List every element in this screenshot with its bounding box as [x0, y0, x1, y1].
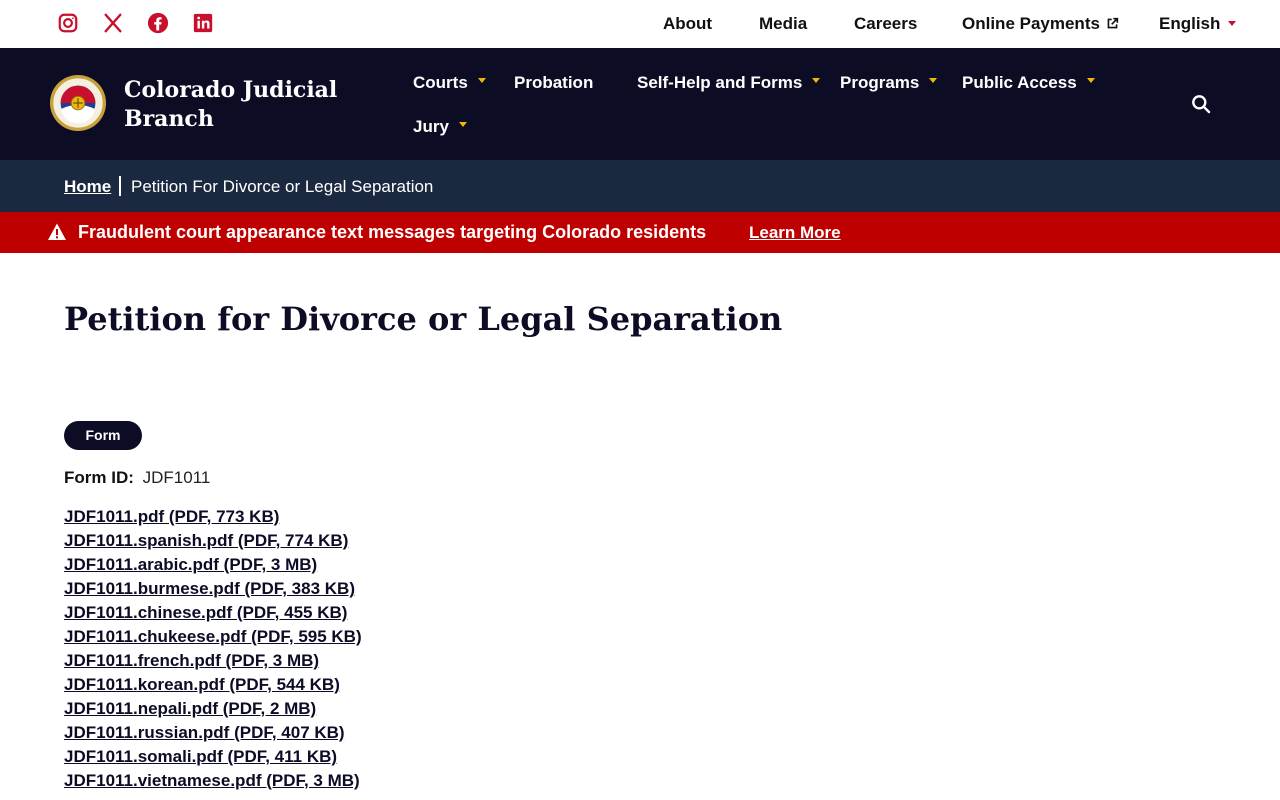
- external-link-icon: [1107, 17, 1119, 29]
- file-download-list: JDF1011.pdf (PDF, 773 KB) JDF1011.spanis…: [64, 507, 362, 795]
- nav-jury-label: Jury: [413, 117, 449, 136]
- about-link[interactable]: About: [663, 14, 712, 34]
- utility-bar: About Media Careers Online Payments Engl…: [0, 0, 1280, 48]
- file-link[interactable]: JDF1011.arabic.pdf (PDF, 3 MB): [64, 555, 362, 579]
- nav-public-access-label: Public Access: [962, 73, 1077, 92]
- breadcrumb-current: Petition For Divorce or Legal Separation: [131, 177, 434, 196]
- language-selector[interactable]: English: [1159, 14, 1237, 34]
- learn-more-link[interactable]: Learn More: [749, 223, 841, 243]
- media-link[interactable]: Media: [759, 14, 807, 34]
- nav-self-help-and-forms[interactable]: Self-Help and Forms: [637, 73, 821, 93]
- chevron-down-icon: [477, 78, 486, 83]
- nav-programs-label: Programs: [840, 73, 920, 92]
- chevron-down-icon: [1228, 21, 1237, 26]
- file-link[interactable]: JDF1011.chinese.pdf (PDF, 455 KB): [64, 603, 362, 627]
- online-payments-link[interactable]: Online Payments: [962, 14, 1119, 34]
- warning-icon: [47, 222, 67, 242]
- search-icon: [1192, 95, 1211, 114]
- alert-banner: Fraudulent court appearance text message…: [0, 212, 1280, 253]
- form-id-label: Form ID:: [64, 468, 134, 487]
- online-payments-label: Online Payments: [962, 14, 1100, 33]
- file-link[interactable]: JDF1011.nepali.pdf (PDF, 2 MB): [64, 699, 362, 723]
- alert-message: Fraudulent court appearance text message…: [78, 222, 707, 242]
- nav-jury[interactable]: Jury: [413, 117, 467, 137]
- file-link[interactable]: JDF1011.chukeese.pdf (PDF, 595 KB): [64, 627, 362, 651]
- colorado-courts-seal-logo[interactable]: [49, 74, 107, 132]
- search-button[interactable]: [1191, 94, 1213, 116]
- form-id-value: JDF1011: [142, 468, 211, 487]
- chevron-down-icon: [929, 78, 938, 83]
- main-content: Petition for Divorce or Legal Separation…: [0, 253, 1280, 800]
- file-link[interactable]: JDF1011.vietnamese.pdf (PDF, 3 MB): [64, 771, 362, 795]
- nav-courts-label: Courts: [413, 73, 468, 92]
- nav-self-help-label: Self-Help and Forms: [637, 73, 803, 92]
- file-link[interactable]: JDF1011.pdf (PDF, 773 KB): [64, 507, 362, 531]
- file-link[interactable]: JDF1011.korean.pdf (PDF, 544 KB): [64, 675, 362, 699]
- chevron-down-icon: [1086, 78, 1095, 83]
- nav-courts[interactable]: Courts: [413, 73, 486, 93]
- breadcrumb: Home Petition For Divorce or Legal Separ…: [0, 160, 1280, 212]
- language-label: English: [1159, 14, 1221, 33]
- file-link[interactable]: JDF1011.french.pdf (PDF, 3 MB): [64, 651, 362, 675]
- main-header: Colorado Judicial Branch Courts Probatio…: [0, 48, 1280, 160]
- utility-nav: About Media Careers Online Payments Engl…: [0, 0, 1280, 48]
- file-link[interactable]: JDF1011.russian.pdf (PDF, 407 KB): [64, 723, 362, 747]
- breadcrumb-home-link[interactable]: Home: [64, 177, 111, 197]
- content-type-badge: Form: [64, 421, 142, 450]
- breadcrumb-divider: [119, 176, 121, 196]
- careers-link[interactable]: Careers: [854, 14, 917, 34]
- chevron-down-icon: [458, 122, 467, 127]
- form-id: Form ID: JDF1011: [64, 468, 210, 488]
- file-link[interactable]: JDF1011.burmese.pdf (PDF, 383 KB): [64, 579, 362, 603]
- site-title[interactable]: Colorado Judicial Branch: [124, 76, 364, 134]
- page-title: Petition for Divorce or Legal Separation: [64, 300, 783, 338]
- site-title-line1: Colorado Judicial: [124, 77, 338, 103]
- site-title-line2: Branch: [124, 106, 214, 132]
- nav-probation[interactable]: Probation: [514, 73, 593, 93]
- nav-programs[interactable]: Programs: [840, 73, 938, 93]
- file-link[interactable]: JDF1011.spanish.pdf (PDF, 774 KB): [64, 531, 362, 555]
- file-link[interactable]: JDF1011.somali.pdf (PDF, 411 KB): [64, 747, 362, 771]
- nav-public-access[interactable]: Public Access: [962, 73, 1095, 93]
- chevron-down-icon: [812, 78, 821, 83]
